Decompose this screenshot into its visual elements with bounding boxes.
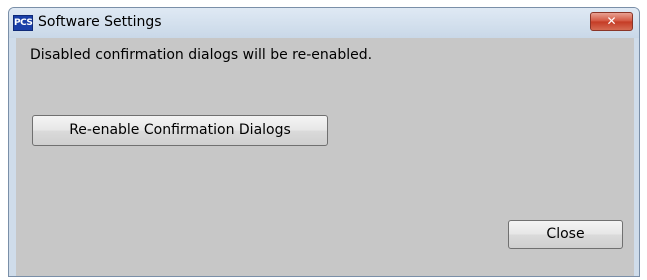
window-title: Software Settings bbox=[38, 14, 162, 30]
info-message: Disabled confirmation dialogs will be re… bbox=[30, 47, 373, 63]
title-bar[interactable]: PCS Software Settings ✕ bbox=[9, 8, 639, 38]
reenable-dialogs-button[interactable]: Re-enable Confirmation Dialogs bbox=[32, 115, 328, 146]
close-icon: ✕ bbox=[606, 14, 617, 28]
app-icon: PCS bbox=[13, 15, 33, 31]
close-button[interactable]: Close bbox=[508, 220, 623, 249]
window-close-button[interactable]: ✕ bbox=[590, 12, 633, 31]
